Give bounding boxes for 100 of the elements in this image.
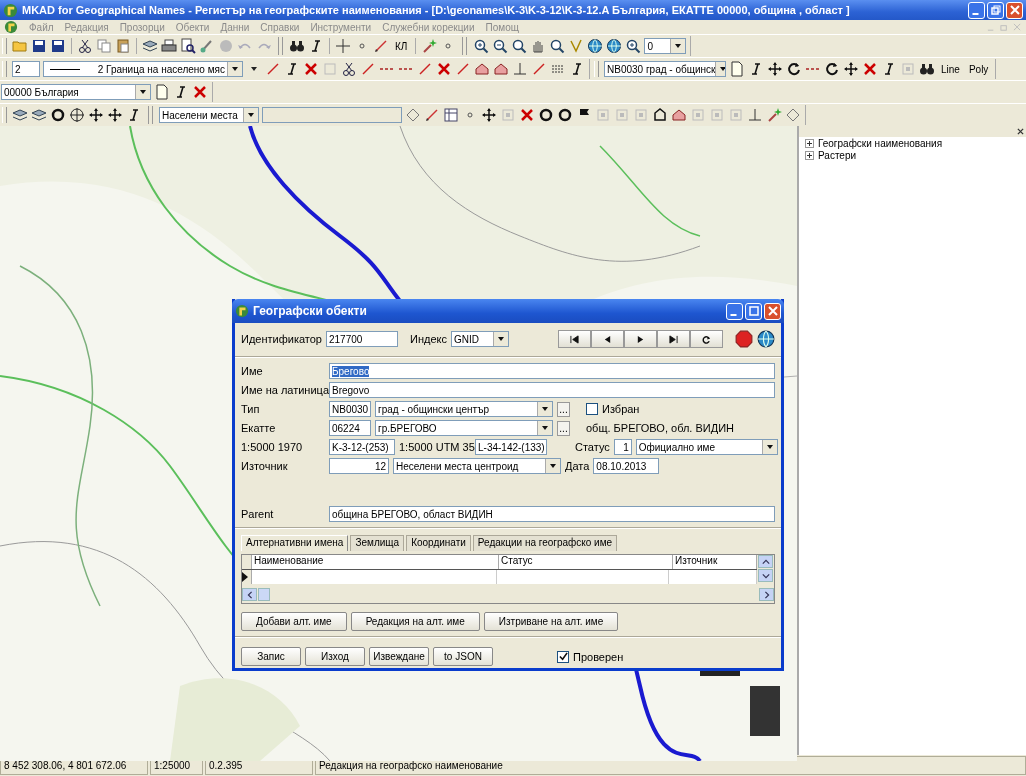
label-tool-button[interactable]: КЛ	[392, 40, 411, 52]
brush-icon[interactable]	[199, 38, 215, 54]
last-record-button[interactable]	[657, 330, 690, 348]
binoculars-icon[interactable]	[919, 61, 935, 77]
close-icon[interactable]	[1017, 128, 1024, 135]
house-icon[interactable]	[493, 61, 509, 77]
caret-icon[interactable]	[139, 88, 147, 96]
prev-record-button[interactable]	[591, 330, 624, 348]
dialog-button[interactable]: Запис	[241, 647, 301, 666]
house-icon[interactable]	[474, 61, 490, 77]
column-header[interactable]: Източник	[673, 555, 757, 569]
caret-icon[interactable]	[541, 405, 549, 413]
binoculars-icon[interactable]	[289, 38, 305, 54]
identifier-field[interactable]: 217700	[326, 331, 398, 347]
scroll-right-button[interactable]	[759, 588, 774, 601]
toolbar-text-button[interactable]: Poly	[965, 63, 992, 75]
globe-icon[interactable]	[587, 38, 604, 54]
save-icon[interactable]	[31, 38, 47, 54]
clipboard-icon[interactable]	[115, 38, 131, 54]
stop-sign-icon[interactable]	[735, 330, 753, 348]
first-record-button[interactable]	[558, 330, 591, 348]
line-icon[interactable]	[265, 61, 281, 77]
object-type-combo[interactable]: NB0030 град - общинск	[604, 61, 726, 77]
settlement-combo[interactable]: гр.БРЕГОВО	[375, 420, 553, 436]
status-combo[interactable]: Официално име	[635, 439, 778, 455]
column-header[interactable]: Статус	[499, 555, 673, 569]
crosshair-icon[interactable]	[335, 38, 351, 54]
diamond-icon[interactable]	[405, 107, 421, 123]
refresh-button[interactable]	[690, 330, 723, 348]
node-icon[interactable]	[652, 107, 668, 123]
tab[interactable]: Землища	[350, 535, 405, 551]
scrollbar-thumb[interactable]	[258, 588, 270, 601]
zoom-level-combo[interactable]: 0	[644, 38, 687, 54]
caret-icon[interactable]	[496, 335, 505, 343]
browse-button[interactable]: ...	[557, 420, 570, 436]
type-combo[interactable]: град - общински център	[375, 401, 553, 417]
perpendicular-icon[interactable]	[512, 61, 528, 77]
caret-icon[interactable]	[719, 65, 725, 73]
checkmark-icon[interactable]	[568, 38, 585, 54]
scroll-left-button[interactable]	[242, 588, 257, 601]
tab[interactable]: Алтернативни имена	[241, 535, 349, 551]
restore-button[interactable]	[987, 1, 1004, 19]
line-icon[interactable]	[455, 61, 471, 77]
zoom-in-icon[interactable]	[625, 38, 642, 54]
scroll-up-button[interactable]	[758, 555, 773, 568]
pen-icon[interactable]	[373, 38, 389, 54]
perpendicular-icon[interactable]	[747, 107, 763, 123]
table-icon[interactable]	[443, 107, 459, 123]
scissors-icon[interactable]	[77, 38, 93, 54]
printer-icon[interactable]	[161, 38, 177, 54]
close-button[interactable]	[1006, 1, 1023, 19]
parent-field[interactable]: община БРЕГОВО, област ВИДИН	[329, 506, 775, 522]
delete-icon[interactable]	[436, 61, 452, 77]
zoom-in-icon[interactable]	[473, 38, 490, 54]
ring-icon[interactable]	[557, 107, 573, 123]
name-field[interactable]: Брегово	[329, 363, 775, 379]
source-code-field[interactable]: 12	[329, 458, 389, 474]
search-field[interactable]	[262, 107, 402, 123]
rotate-icon[interactable]	[786, 61, 802, 77]
diamond-icon[interactable]	[785, 107, 801, 123]
caret-icon[interactable]	[549, 462, 557, 470]
checkbox[interactable]	[557, 650, 569, 663]
scroll-down-button[interactable]	[758, 569, 773, 582]
caret-icon[interactable]	[541, 424, 549, 432]
minimize-button[interactable]	[968, 1, 985, 19]
new-page-icon[interactable]	[729, 61, 745, 77]
zoom-icon[interactable]	[549, 38, 566, 54]
line-icon[interactable]	[360, 61, 376, 77]
type-code-field[interactable]: NB0030	[329, 401, 371, 417]
expand-icon[interactable]	[805, 151, 814, 160]
zoom-out-icon[interactable]	[492, 38, 509, 54]
move-icon[interactable]	[481, 107, 497, 123]
rotate-icon[interactable]	[824, 61, 840, 77]
delete-icon[interactable]	[303, 61, 319, 77]
browse-button[interactable]: ...	[557, 401, 570, 417]
delete-icon[interactable]	[862, 61, 878, 77]
close-button[interactable]	[764, 302, 781, 320]
minimize-button[interactable]	[726, 302, 743, 320]
line-width-field[interactable]: 2	[12, 61, 40, 77]
move-icon[interactable]	[843, 61, 859, 77]
dialog-button[interactable]: Извеждане	[369, 647, 429, 666]
dialog-button[interactable]: to JSON	[433, 647, 493, 666]
layers-icon[interactable]	[31, 107, 47, 123]
move-icon[interactable]	[107, 107, 123, 123]
toolbar-text-button[interactable]: Line	[938, 63, 963, 75]
index-combo[interactable]: GNID	[450, 331, 509, 347]
source-combo[interactable]: Неселени места центроид	[393, 458, 561, 474]
save-icon[interactable]	[50, 38, 66, 54]
dialog-button[interactable]: Изход	[305, 647, 365, 666]
status-code-field[interactable]: 1	[613, 439, 632, 455]
line-style-combo[interactable]: 2 Граница на населено мяс	[43, 61, 243, 77]
zoom-icon[interactable]	[511, 38, 528, 54]
layers-icon[interactable]	[142, 38, 158, 54]
ring-icon[interactable]	[50, 107, 66, 123]
caret-icon[interactable]	[231, 65, 239, 73]
checkbox[interactable]	[586, 403, 598, 415]
caret-icon[interactable]	[765, 443, 774, 451]
tree-item[interactable]: Растери	[818, 150, 857, 161]
new-page-icon[interactable]	[154, 84, 170, 100]
move-icon[interactable]	[767, 61, 783, 77]
